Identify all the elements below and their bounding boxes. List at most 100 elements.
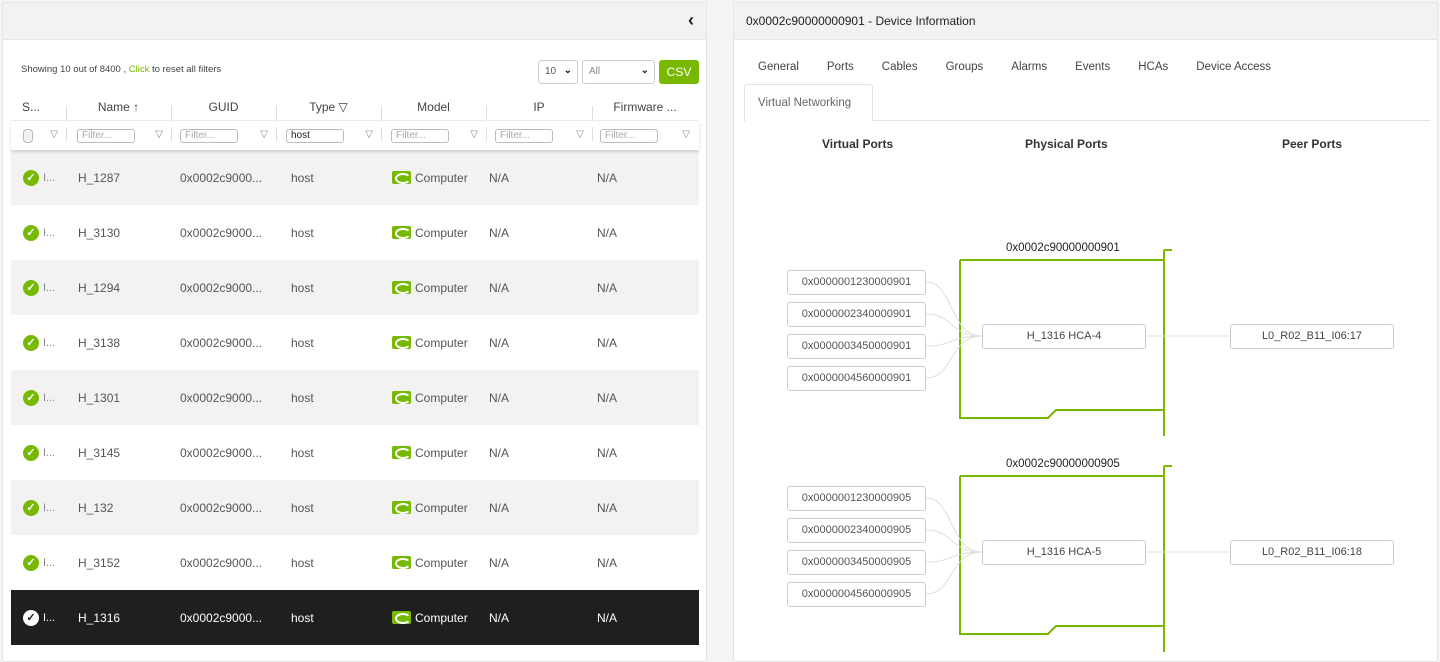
virtual-port-node[interactable]: 0x0000003450000905	[787, 550, 926, 575]
check-circle-icon: ✓	[23, 499, 39, 516]
table-row[interactable]: ✓ I... H_1287 0x0002c9000... host Comput…	[11, 150, 699, 205]
type-cell: host	[291, 335, 314, 350]
check-circle-icon: ✓	[23, 169, 39, 186]
csv-export-button[interactable]: CSV	[659, 60, 699, 84]
ip-cell: N/A	[489, 445, 510, 460]
device-information-panel: 0x0002c90000000901 - Device Information …	[733, 2, 1438, 662]
table-body: ✓ I... H_1287 0x0002c9000... host Comput…	[11, 150, 699, 645]
model-cell: Computer	[381, 336, 486, 350]
virtual-port-node[interactable]: 0x0000002340000901	[787, 302, 926, 327]
status-cell: ✓ I...	[11, 224, 66, 241]
table-row[interactable]: ✓ I... H_3130 0x0002c9000... host Comput…	[11, 205, 699, 260]
chevron-down-icon: ⌄	[640, 65, 649, 76]
ip-cell: N/A	[489, 390, 510, 405]
peer-port-node[interactable]: L0_R02_B11_I06:18	[1230, 540, 1394, 565]
table-row[interactable]: ✓ I... H_3152 0x0002c9000... host Comput…	[11, 535, 699, 590]
nvidia-logo-icon	[392, 226, 411, 239]
filter-icon[interactable]: ▽	[155, 129, 163, 140]
status-cell: ✓ I...	[11, 279, 66, 296]
virtual-port-node[interactable]: 0x0000001230000905	[787, 486, 926, 511]
table-row[interactable]: ✓ I... H_1316 0x0002c9000... host Comput…	[11, 590, 699, 645]
column-status[interactable]: S...	[11, 100, 66, 114]
status-text: I...	[43, 171, 56, 184]
ip-cell: N/A	[489, 225, 510, 240]
name-cell: H_1287	[78, 170, 121, 185]
status-filter-checkbox[interactable]	[23, 128, 33, 143]
firmware-filter-input[interactable]: Filter...	[600, 128, 658, 143]
column-guid[interactable]: GUID	[171, 100, 276, 120]
filter-icon[interactable]: ▽	[260, 129, 268, 140]
filter-icon[interactable]: ▽	[365, 129, 373, 140]
nvidia-logo-icon	[392, 501, 411, 514]
type-cell: host	[291, 500, 314, 515]
nvidia-logo-icon	[392, 611, 411, 624]
nvidia-logo-icon	[392, 556, 411, 569]
ip-filter-input[interactable]: Filter...	[495, 128, 553, 143]
physical-port-node[interactable]: H_1316 HCA-5	[982, 540, 1146, 565]
devices-table: S... Name ↑ GUID Type ▽ Model IP Firmwar…	[11, 93, 699, 645]
guid-filter-input[interactable]: Filter...	[180, 128, 238, 143]
status-text: I...	[43, 611, 56, 624]
chevron-left-icon[interactable]: ‹	[688, 9, 694, 31]
check-circle-icon: ✓	[23, 224, 39, 241]
table-row[interactable]: ✓ I... H_1294 0x0002c9000... host Comput…	[11, 260, 699, 315]
model-text: Computer	[415, 610, 468, 625]
model-text: Computer	[415, 170, 468, 185]
virtual-port-node[interactable]: 0x0000004560000901	[787, 366, 926, 391]
model-text: Computer	[415, 280, 468, 295]
status-cell: ✓ I...	[11, 334, 66, 351]
ip-cell: N/A	[489, 170, 510, 185]
nvidia-logo-icon	[392, 446, 411, 459]
filter-icon[interactable]: ▽	[576, 129, 584, 140]
name-cell: H_3130	[78, 225, 121, 240]
guid-cell: 0x0002c9000...	[180, 280, 263, 295]
table-row[interactable]: ✓ I... H_3138 0x0002c9000... host Comput…	[11, 315, 699, 370]
column-model[interactable]: Model	[381, 100, 486, 120]
table-row[interactable]: ✓ I... H_132 0x0002c9000... host Compute…	[11, 480, 699, 535]
reset-filters-link[interactable]: Click	[129, 64, 150, 75]
virtual-port-node[interactable]: 0x0000002340000905	[787, 518, 926, 543]
guid-cell: 0x0002c9000...	[180, 335, 263, 350]
model-text: Computer	[415, 445, 468, 460]
scope-select[interactable]: All ⌄	[582, 60, 655, 84]
status-cell: ✓ I...	[11, 389, 66, 406]
peer-port-node[interactable]: L0_R02_B11_I06:17	[1230, 324, 1394, 349]
model-cell: Computer	[381, 226, 486, 240]
model-text: Computer	[415, 335, 468, 350]
type-filter-input[interactable]: host	[286, 128, 344, 143]
firmware-cell: N/A	[597, 445, 618, 460]
column-type[interactable]: Type ▽	[276, 100, 381, 120]
table-header: S... Name ↑ GUID Type ▽ Model IP Firmwar…	[11, 93, 699, 121]
virtual-port-node[interactable]: 0x0000001230000901	[787, 270, 926, 295]
firmware-cell: N/A	[597, 500, 618, 515]
column-firmware[interactable]: Firmware ...	[592, 100, 698, 120]
physical-port-node[interactable]: H_1316 HCA-4	[982, 324, 1146, 349]
table-row[interactable]: ✓ I... H_3145 0x0002c9000... host Comput…	[11, 425, 699, 480]
status-cell: ✓ I...	[11, 554, 66, 571]
model-cell: Computer	[381, 611, 486, 625]
filter-icon[interactable]: ▽	[470, 129, 478, 140]
filter-icon[interactable]: ▽	[50, 129, 58, 140]
type-cell: host	[291, 445, 314, 460]
firmware-cell: N/A	[597, 225, 618, 240]
filter-icon[interactable]: ▽	[682, 129, 690, 140]
name-filter-input[interactable]: Filter...	[77, 128, 135, 143]
name-cell: H_3152	[78, 555, 121, 570]
model-cell: Computer	[381, 501, 486, 515]
model-text: Computer	[415, 390, 468, 405]
device-guid-label: 0x0002c90000000901	[1006, 242, 1120, 254]
table-row[interactable]: ✓ I... H_1301 0x0002c9000... host Comput…	[11, 370, 699, 425]
virtual-port-node[interactable]: 0x0000003450000901	[787, 334, 926, 359]
status-text: I...	[43, 446, 56, 459]
column-name[interactable]: Name ↑	[66, 100, 171, 120]
virtual-port-node[interactable]: 0x0000004560000905	[787, 582, 926, 607]
guid-cell: 0x0002c9000...	[180, 445, 263, 460]
column-ip[interactable]: IP	[486, 100, 592, 120]
status-text: I...	[43, 281, 56, 294]
check-circle-icon: ✓	[23, 444, 39, 461]
virtual-link	[925, 551, 983, 595]
page-size-select[interactable]: 10 ⌄	[538, 60, 578, 84]
model-filter-input[interactable]: Filter...	[391, 128, 449, 143]
model-cell: Computer	[381, 171, 486, 185]
model-text: Computer	[415, 500, 468, 515]
